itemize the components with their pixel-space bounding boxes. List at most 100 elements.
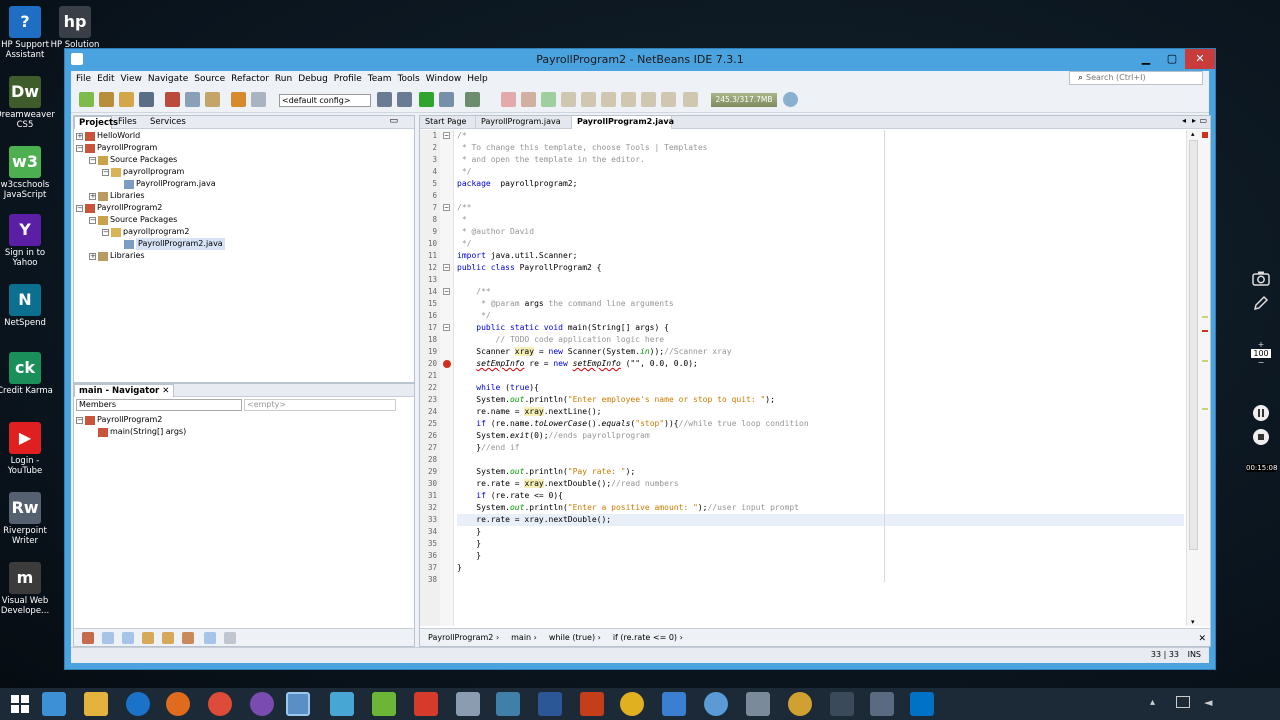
- code-line[interactable]: re.rate = xray.nextDouble();: [457, 514, 611, 526]
- code-line[interactable]: */: [457, 166, 472, 178]
- pen-icon[interactable]: [1244, 294, 1278, 315]
- code-line[interactable]: re.rate = xray.nextDouble();//read numbe…: [457, 478, 679, 490]
- menu-edit[interactable]: Edit: [94, 74, 117, 84]
- desktop-shortcut[interactable]: hp HP Solution: [44, 6, 106, 50]
- build-icon[interactable]: [377, 92, 392, 107]
- code-line[interactable]: /*: [457, 130, 467, 142]
- close-tab-icon[interactable]: ✕: [162, 386, 169, 396]
- warning-stripe-marker[interactable]: [1202, 408, 1208, 410]
- copy-icon[interactable]: [185, 92, 200, 107]
- members-select[interactable]: Members: [76, 399, 242, 411]
- tree-node[interactable]: − payrollprogram: [102, 166, 184, 178]
- code-area[interactable]: /* * To change this template, choose Too…: [457, 130, 1184, 626]
- scroll-down-icon[interactable]: ▾: [1191, 618, 1195, 626]
- minimize-icon[interactable]: ▁: [1133, 49, 1159, 69]
- step-over-icon[interactable]: [561, 92, 576, 107]
- desktop-shortcut[interactable]: ▶ Login - YouTube: [0, 422, 56, 476]
- collapse-icon[interactable]: −: [102, 228, 109, 236]
- fold-icon[interactable]: −: [443, 264, 450, 271]
- code-line[interactable]: */: [457, 310, 491, 322]
- menu-run[interactable]: Run: [272, 74, 295, 84]
- memory-indicator[interactable]: 245.3/317.7MB: [711, 93, 777, 107]
- pause-debug-icon[interactable]: [521, 92, 536, 107]
- code-line[interactable]: while (true){: [457, 382, 539, 394]
- profile-icon[interactable]: [465, 92, 480, 107]
- fold-icon[interactable]: −: [443, 204, 450, 211]
- maximize-icon[interactable]: ▢: [1159, 49, 1185, 69]
- collapse-icon[interactable]: −: [102, 168, 109, 176]
- error-stripe-marker[interactable]: [1202, 132, 1208, 138]
- breadcrumb-item[interactable]: while (true) ›: [549, 633, 601, 642]
- internet-explorer-icon[interactable]: [126, 692, 150, 716]
- tab-scroll-right-icon[interactable]: ▸: [1192, 116, 1196, 125]
- attach-debugger-icon[interactable]: [683, 92, 698, 107]
- zoom-in-icon[interactable]: +: [1244, 340, 1278, 349]
- menu-tools[interactable]: Tools: [395, 74, 423, 84]
- camera-icon[interactable]: [1244, 270, 1278, 289]
- filter-nonpublic-icon[interactable]: [122, 632, 134, 644]
- network-icon[interactable]: [1176, 696, 1190, 708]
- expand-icon[interactable]: +: [89, 252, 96, 260]
- code-line[interactable]: }: [457, 538, 481, 550]
- code-line[interactable]: */: [457, 238, 472, 250]
- open-project-icon[interactable]: [119, 92, 134, 107]
- start-button[interactable]: [8, 692, 32, 716]
- code-line[interactable]: import java.util.Scanner;: [457, 250, 577, 262]
- tree-node[interactable]: + HelloWorld: [76, 130, 140, 142]
- continue-icon[interactable]: [541, 92, 556, 107]
- gc-icon[interactable]: [783, 92, 798, 107]
- undo-icon[interactable]: [231, 92, 246, 107]
- code-line[interactable]: public static void main(String[] args) {: [457, 322, 669, 334]
- warning-stripe-marker[interactable]: [1202, 360, 1208, 362]
- code-line[interactable]: if (re.rate <= 0){: [457, 490, 563, 502]
- file-explorer-icon[interactable]: [84, 692, 108, 716]
- take-snapshot-icon[interactable]: [661, 92, 676, 107]
- taskbar-app-icon[interactable]: [662, 692, 686, 716]
- zoom-control[interactable]: + 100 −: [1244, 340, 1278, 367]
- tab-services[interactable]: Services: [146, 116, 190, 129]
- code-line[interactable]: * @param args the command line arguments: [457, 298, 674, 310]
- fold-icon[interactable]: −: [443, 324, 450, 331]
- code-line[interactable]: }: [457, 562, 462, 574]
- taskbar-app-icon[interactable]: [372, 692, 396, 716]
- apply-code-changes-icon[interactable]: [641, 92, 656, 107]
- stop-icon[interactable]: [1244, 428, 1278, 449]
- code-line[interactable]: }//end if: [457, 442, 519, 454]
- filter-inner-icon[interactable]: [162, 632, 174, 644]
- error-icon[interactable]: [443, 360, 451, 368]
- finish-debug-icon[interactable]: [501, 92, 516, 107]
- menu-view[interactable]: View: [118, 74, 145, 84]
- code-line[interactable]: setEmpInfo re = new setEmpInfo ("", 0.0,…: [457, 358, 698, 370]
- code-line[interactable]: }: [457, 550, 481, 562]
- step-into-icon[interactable]: [581, 92, 596, 107]
- config-select[interactable]: <default config>: [279, 94, 371, 107]
- taskbar-app-icon[interactable]: [746, 692, 770, 716]
- menu-help[interactable]: Help: [464, 74, 491, 84]
- redo-icon[interactable]: [251, 92, 266, 107]
- sort-icon[interactable]: [182, 632, 194, 644]
- cut-icon[interactable]: [165, 92, 180, 107]
- collapse-icon[interactable]: −: [76, 204, 83, 212]
- code-line[interactable]: /**: [457, 286, 490, 298]
- expand-icon[interactable]: +: [89, 192, 96, 200]
- menu-navigate[interactable]: Navigate: [145, 74, 191, 84]
- collapse-icon[interactable]: −: [89, 156, 96, 164]
- code-line[interactable]: * To change this template, choose Tools …: [457, 142, 708, 154]
- menu-debug[interactable]: Debug: [295, 74, 331, 84]
- save-all-icon[interactable]: [139, 92, 154, 107]
- menu-window[interactable]: Window: [423, 74, 465, 84]
- editor-scrollbar[interactable]: ▴ ▾: [1186, 130, 1210, 626]
- taskbar-app-icon[interactable]: [870, 692, 894, 716]
- collapse-icon[interactable]: −: [76, 144, 83, 152]
- filter-inherited-icon[interactable]: [142, 632, 154, 644]
- expand-icon[interactable]: +: [76, 132, 83, 140]
- code-line[interactable]: *: [457, 214, 467, 226]
- sort-by-source-icon[interactable]: [224, 632, 236, 644]
- pause-icon[interactable]: [1244, 404, 1278, 425]
- close-breadcrumb-icon[interactable]: ✕: [1198, 634, 1206, 644]
- word-icon[interactable]: [538, 692, 562, 716]
- filter-fields-icon[interactable]: [82, 632, 94, 644]
- firefox-icon[interactable]: [166, 692, 190, 716]
- outlook-icon[interactable]: [910, 692, 934, 716]
- new-file-icon[interactable]: [79, 92, 94, 107]
